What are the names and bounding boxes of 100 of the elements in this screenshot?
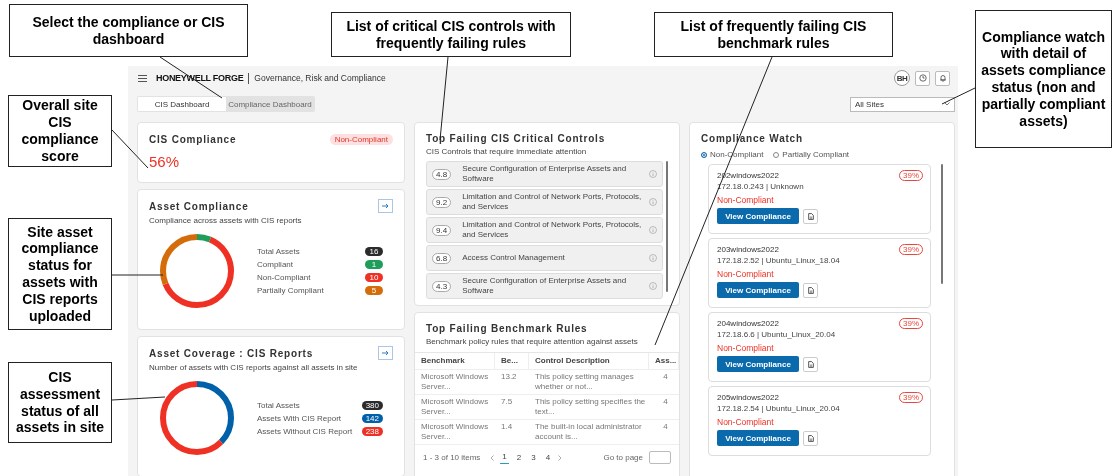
document-icon xyxy=(807,286,814,294)
info-icon[interactable] xyxy=(649,198,657,206)
column-header[interactable]: Ass... xyxy=(649,353,679,369)
legend-label: Compliant xyxy=(257,260,293,269)
leader-line xyxy=(111,129,149,169)
document-icon xyxy=(807,434,814,442)
table-cell-text: 13.2 xyxy=(500,371,518,383)
control-id: 4.3 xyxy=(432,280,452,292)
control-id: 6.8 xyxy=(432,252,452,264)
asset-status: Non-Compliant xyxy=(717,195,775,205)
view-compliance-button[interactable]: View Compliance xyxy=(717,430,799,446)
count-badge: 380 xyxy=(361,400,383,410)
control-id: 4.8 xyxy=(432,168,452,180)
app-title: Governance, Risk and Compliance xyxy=(254,73,386,83)
control-name: Secure Configuration of Enterprise Assets and Software xyxy=(461,164,628,184)
dashboard-tab[interactable]: CIS Dashboard xyxy=(138,97,226,111)
report-button[interactable] xyxy=(803,282,818,298)
column-header[interactable]: Benchmark xyxy=(415,353,495,369)
control-item[interactable]: 6.8 Access Control Management xyxy=(426,245,663,271)
callout-box: Overall site CIS compliance score xyxy=(8,95,112,167)
count-badge: 1 xyxy=(365,260,383,269)
count-badge: 10 xyxy=(365,273,383,282)
dashboard-tab[interactable]: Compliance Dashboard xyxy=(226,97,314,111)
column-header[interactable]: Control Description xyxy=(529,353,649,369)
table-cell-text: 4 xyxy=(662,371,669,383)
history-button[interactable] xyxy=(915,70,930,86)
site-select[interactable]: All Sites xyxy=(850,96,955,112)
control-item[interactable]: 9.2 Limitation and Control of Network Ports, Protocols, and Services xyxy=(426,189,663,215)
page-button[interactable]: 4 xyxy=(543,451,553,464)
callout-box: List of critical CIS controls with frequently failing rules xyxy=(331,12,571,57)
asset-detail: 172.18.2.54 | Ubuntu_Linux_20.04 xyxy=(717,404,841,413)
report-button[interactable] xyxy=(803,356,818,372)
asset-detail: 172.18.6.6 | Ubuntu_Linux_20.04 xyxy=(717,330,837,339)
open-details-button[interactable] xyxy=(378,199,393,213)
legend-label: Assets Without CIS Report xyxy=(257,426,353,436)
legend-label: Assets With CIS Report xyxy=(257,413,342,423)
column-header[interactable]: Be... xyxy=(495,353,529,369)
control-item[interactable]: 9.4 Limitation and Control of Network Ports, Protocols, and Services xyxy=(426,217,663,243)
card-title: CIS Compliance xyxy=(149,134,237,145)
table-cell-text: 7.5 xyxy=(500,396,514,408)
view-compliance-button[interactable]: View Compliance xyxy=(717,208,799,224)
table-cell-text: The built-in local administrator account is... xyxy=(534,421,643,443)
table-cell-text: Microsoft Windows Server... xyxy=(420,371,490,393)
card-subtitle: CIS Controls that require immediate attention xyxy=(426,147,588,156)
user-avatar[interactable]: BH xyxy=(894,70,910,86)
page-button[interactable]: 2 xyxy=(514,451,524,464)
control-name: Limitation and Control of Network Ports, Protocols, and Services xyxy=(461,220,643,240)
count-badge: 16 xyxy=(365,247,383,256)
info-icon[interactable] xyxy=(649,170,657,178)
menu-icon[interactable] xyxy=(138,74,147,82)
document-icon xyxy=(807,360,814,368)
view-compliance-button[interactable]: View Compliance xyxy=(717,282,799,298)
legend-label: Total Assets xyxy=(257,247,300,256)
asset-name: 203windows2022 xyxy=(717,245,779,254)
table-cell-text: 1.4 xyxy=(500,421,514,433)
pagination-summary: 1 - 3 of 10 items xyxy=(423,453,481,462)
control-name: Limitation and Control of Network Ports, Protocols, and Services xyxy=(461,192,643,212)
view-compliance-button[interactable]: View Compliance xyxy=(717,356,799,372)
filter-radio[interactable]: Partially Compliant xyxy=(773,150,850,159)
table-cell-text: This policy setting specifies the text... xyxy=(534,396,647,418)
count-badge: 142 xyxy=(361,413,383,423)
card-subtitle: Benchmark policy rules that require attention against assets xyxy=(426,337,639,346)
info-icon[interactable] xyxy=(649,282,657,290)
legend-label: Total Assets xyxy=(257,400,300,410)
table-cell-text: 4 xyxy=(662,421,669,433)
clock-icon xyxy=(918,74,927,82)
open-details-button[interactable] xyxy=(378,346,393,360)
card-title: Asset Coverage : CIS Reports xyxy=(149,347,314,359)
document-icon xyxy=(807,212,814,220)
control-item[interactable]: 4.8 Secure Configuration of Enterprise Assets and Software xyxy=(426,161,663,187)
info-icon[interactable] xyxy=(649,254,657,262)
control-item[interactable]: 4.3 Secure Configuration of Enterprise Assets and Software xyxy=(426,273,663,299)
leader-line xyxy=(111,274,164,276)
leader-line xyxy=(941,87,976,105)
page-button[interactable]: 1 xyxy=(500,451,509,464)
asset-name: 205windows2022 xyxy=(717,393,779,402)
control-name: Access Control Management xyxy=(461,253,566,263)
table-cell-text: This policy setting manages whether or not... xyxy=(534,371,635,393)
asset-name: 204windows2022 xyxy=(717,319,779,328)
callout-box: Compliance watch with detail of assets compliance status (non and partially compliant assets) xyxy=(975,10,1112,148)
legend-label: Non-Compliant xyxy=(257,273,311,282)
chevron-right-icon[interactable] xyxy=(558,454,563,461)
asset-detail: 172.18.2.52 | Ubuntu_Linux_18.04 xyxy=(717,256,841,265)
legend-label: Partially Compliant xyxy=(257,286,324,295)
scrollbar[interactable] xyxy=(666,161,668,293)
report-button[interactable] xyxy=(803,430,818,446)
card-title: Top Failing CIS Critical Controls xyxy=(426,133,605,144)
callout-box: Site asset compliance status for assets with CIS reports uploaded xyxy=(8,218,112,330)
scrollbar[interactable] xyxy=(941,164,943,284)
leader-line xyxy=(111,396,166,401)
report-button[interactable] xyxy=(803,208,818,224)
asset-status: Non-Compliant xyxy=(717,269,775,279)
page-button[interactable]: 3 xyxy=(529,451,538,464)
control-name: Secure Configuration of Enterprise Assets and Software xyxy=(461,276,628,296)
info-icon[interactable] xyxy=(649,226,657,234)
card-title: Top Failing Benchmark Rules xyxy=(426,323,588,334)
chevron-left-icon[interactable] xyxy=(490,454,495,461)
callout-box: CIS assessment status of all assets in site xyxy=(8,362,112,443)
notifications-button[interactable] xyxy=(935,70,950,86)
page-input[interactable] xyxy=(649,451,671,464)
